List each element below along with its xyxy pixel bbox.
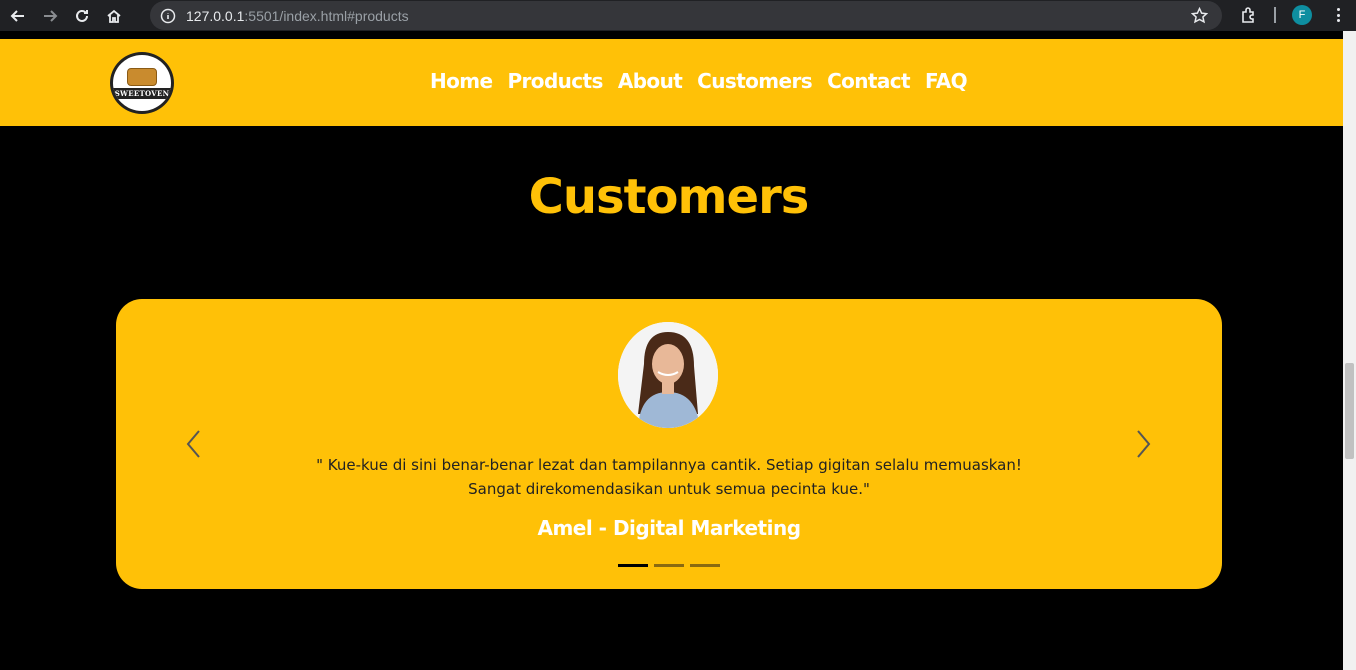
page-viewport: SWEETOVEN Home Products About Customers … (0, 39, 1343, 670)
bookmark-star-icon[interactable] (1191, 7, 1208, 24)
nav-link-customers[interactable]: Customers (697, 69, 813, 93)
nav-link-faq[interactable]: FAQ (925, 69, 968, 93)
testimonial-quote: " Kue-kue di sini benar-benar lezat dan … (116, 453, 1222, 501)
nav-link-products[interactable]: Products (507, 69, 603, 93)
testimonial-carousel: " Kue-kue di sini benar-benar lezat dan … (116, 299, 1222, 589)
url-host: 127.0.0.1 (186, 7, 245, 24)
quote-line-1: " Kue-kue di sini benar-benar lezat dan … (316, 456, 1022, 474)
browser-toolbar: 127.0.0.1:5501/index.html#products F (0, 0, 1356, 31)
testimonial-author: Amel - Digital Marketing (537, 516, 801, 540)
extensions-icon[interactable] (1240, 6, 1258, 24)
page-scrollbar[interactable] (1343, 31, 1356, 670)
home-icon (107, 9, 121, 23)
page-top-gap (0, 31, 1343, 39)
arrow-left-icon (10, 9, 24, 22)
arrow-right-icon (44, 9, 58, 22)
carousel-indicator-3[interactable] (690, 564, 720, 567)
url-text[interactable]: 127.0.0.1:5501/index.html#products (186, 8, 409, 24)
cake-icon (127, 67, 157, 86)
nav-link-contact[interactable]: Contact (827, 69, 911, 93)
carousel-indicator-2[interactable] (654, 564, 684, 567)
nav-links: Home Products About Customers Contact FA… (430, 69, 982, 93)
site-info-icon[interactable] (160, 8, 176, 24)
home-button[interactable] (100, 2, 128, 30)
reload-button[interactable] (68, 2, 96, 30)
section-title: Customers (528, 169, 810, 225)
site-navbar: SWEETOVEN Home Products About Customers … (0, 39, 1343, 126)
nav-link-about[interactable]: About (618, 69, 683, 93)
nav-link-home[interactable]: Home (430, 69, 493, 93)
logo-text: SWEETOVEN (113, 87, 171, 99)
reload-icon (76, 9, 88, 22)
profile-avatar[interactable]: F (1292, 5, 1312, 25)
quote-line-2: Sangat direkomendasikan untuk semua peci… (468, 480, 870, 498)
brand-logo[interactable]: SWEETOVEN (110, 52, 174, 114)
carousel-indicator-1[interactable] (618, 564, 648, 567)
carousel-indicators (618, 564, 720, 567)
forward-button[interactable] (36, 2, 64, 30)
url-path: :5501/index.html#products (244, 7, 409, 24)
back-button[interactable] (4, 2, 32, 30)
customer-avatar (618, 322, 718, 428)
address-bar[interactable]: 127.0.0.1:5501/index.html#products (150, 1, 1222, 30)
kebab-menu-icon[interactable] (1330, 6, 1346, 24)
scrollbar-thumb[interactable] (1345, 363, 1354, 459)
toolbar-divider (1274, 7, 1276, 23)
